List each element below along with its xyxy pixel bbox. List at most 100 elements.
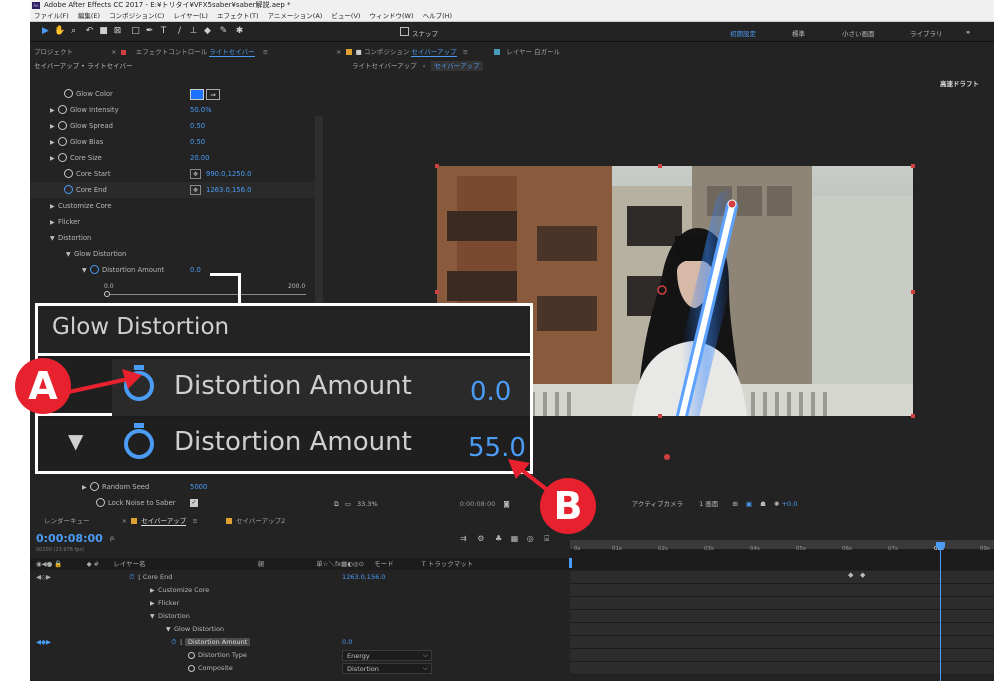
motion-blur-icon[interactable]: ◎ <box>527 534 534 543</box>
transform-handle[interactable] <box>658 414 662 418</box>
crosshair-icon[interactable]: ✥ <box>190 169 201 179</box>
crumb-parent[interactable]: ライトセイバーアップ <box>352 62 417 70</box>
transform-handle[interactable] <box>911 290 915 294</box>
tab-effect-controls-layer[interactable]: ライトセイバー <box>209 48 255 57</box>
tab-timeline-active[interactable]: セイバーアップ <box>141 517 187 526</box>
composite-select[interactable]: Distortion <box>342 663 432 674</box>
col-trkmat[interactable]: T トラックマット <box>422 560 474 568</box>
transform-handle[interactable] <box>435 164 439 168</box>
tab-layer[interactable]: レイヤー 白ガール <box>506 48 560 56</box>
track-row[interactable] <box>570 662 994 675</box>
zoom-level[interactable]: 33.3% <box>357 500 378 508</box>
graph-editor-icon[interactable]: ⌸ <box>544 534 549 543</box>
stopwatch-icon[interactable] <box>90 482 99 491</box>
layer-search-input[interactable]: ρ. <box>110 535 230 545</box>
lock-noise-checkbox[interactable]: ✓ <box>190 499 198 507</box>
viewer-timecode[interactable]: 0:00:08:00 <box>460 500 496 508</box>
prop-core-start[interactable]: Core Start ✥ 990.0,1250.0 <box>30 166 315 182</box>
panel-menu-icon[interactable]: ≡ <box>192 517 197 525</box>
shape-tool-icon[interactable]: □ <box>130 26 141 37</box>
pen-tool-icon[interactable]: ✒ <box>144 26 155 37</box>
keyframe-nav-icon[interactable]: ◀◇▶ <box>36 573 51 581</box>
exposure-value[interactable]: +0.0 <box>782 500 798 508</box>
roto-brush-tool-icon[interactable]: ✎ <box>218 26 229 37</box>
menu-window[interactable]: ウィンドウ(W) <box>370 12 414 20</box>
puppet-tool-icon[interactable]: ✱ <box>234 26 245 37</box>
prop-distortion-amount[interactable]: ▼ Distortion Amount 0.0 <box>30 262 315 278</box>
crumb-current[interactable]: セイバーアップ <box>431 61 483 71</box>
timeline-row-core-end[interactable]: ◀◇▶ ⏱ ⌊ Core End 1263.0,156.0 <box>30 571 570 584</box>
prop-core-end[interactable]: Core End ✥ 1263.0,156.0 <box>30 182 315 198</box>
timeline-row-glow-distortion[interactable]: ▼ Glow Distortion <box>166 623 224 636</box>
stopwatch-icon[interactable] <box>96 498 105 507</box>
timeline-row-distortion-amount[interactable]: ◀◆▶ ⏱ ⌊ Distortion Amount 0.0 <box>30 636 570 649</box>
distortion-amount-slider[interactable] <box>106 294 306 295</box>
group-flicker[interactable]: ▶ Flicker <box>30 214 315 230</box>
prop-glow-intensity[interactable]: ▶ Glow Intensity 50.0% <box>30 102 315 118</box>
group-customize-core[interactable]: ▶ Customize Core <box>30 198 315 214</box>
track-row[interactable] <box>570 649 994 662</box>
rotate-tool-icon[interactable]: ↶ <box>84 26 95 37</box>
views-select[interactable]: 1 画面 <box>699 500 718 508</box>
clone-stamp-tool-icon[interactable]: ⊥ <box>188 26 199 37</box>
grid-icon[interactable]: ⊞ <box>732 500 737 508</box>
slider-thumb[interactable] <box>104 291 110 297</box>
tab-effect-controls[interactable]: エフェクトコントロール <box>136 48 208 56</box>
stopwatch-icon[interactable] <box>64 89 73 98</box>
comp-flowchart-icon[interactable]: ⇉ <box>460 534 467 543</box>
workspace-default[interactable]: 初期設定 <box>730 28 756 38</box>
menu-edit[interactable]: 編集(E) <box>78 12 100 20</box>
timeline-row-flicker[interactable]: ▶ Flicker <box>150 597 179 610</box>
prop-glow-bias[interactable]: ▶ Glow Bias 0.50 <box>30 134 315 150</box>
track-distortion-amount[interactable] <box>570 636 994 649</box>
stopwatch-icon[interactable] <box>64 169 73 178</box>
col-mode[interactable]: モード <box>374 560 394 568</box>
current-time-indicator[interactable] <box>940 542 941 681</box>
3d-view-icon[interactable]: ☗ <box>760 500 766 508</box>
text-tool-icon[interactable]: T <box>158 26 169 37</box>
stopwatch-icon[interactable] <box>90 265 99 274</box>
workspace-standard[interactable]: 標準 <box>792 28 805 38</box>
track-row[interactable] <box>570 610 994 623</box>
track-core-end[interactable]: ◆ ◆ <box>570 571 994 584</box>
stopwatch-icon[interactable] <box>58 121 67 130</box>
menu-file[interactable]: ファイル(F) <box>34 12 69 20</box>
menu-layer[interactable]: レイヤー(L) <box>173 12 208 20</box>
stopwatch-active-icon[interactable]: ⏱ <box>129 573 134 581</box>
glow-color-swatch[interactable] <box>190 89 204 100</box>
crosshair-icon[interactable]: ✥ <box>190 185 201 195</box>
col-parent[interactable]: 親 <box>258 560 265 568</box>
menu-composition[interactable]: コンポジション(C) <box>109 12 164 20</box>
menu-help[interactable]: ヘルプ(H) <box>423 12 452 20</box>
workspace-more-button[interactable]: » <box>966 28 970 36</box>
keyframe-icon[interactable]: ◆ <box>848 571 853 579</box>
tab-render-queue[interactable]: レンダーキュー <box>44 517 90 525</box>
frame-blend-icon[interactable]: ▦ <box>511 534 519 543</box>
timeline-row-distortion[interactable]: ▼ Distortion <box>150 610 190 623</box>
stopwatch-active-icon[interactable] <box>64 185 73 194</box>
prop-random-seed[interactable]: ▶ Random Seed 5000 <box>30 479 315 495</box>
hand-tool-icon[interactable]: ✋ <box>54 26 65 37</box>
timeline-row-composite[interactable]: Composite <box>188 662 328 675</box>
stopwatch-active-icon[interactable]: ⏱ <box>171 638 176 646</box>
transform-handle[interactable] <box>911 414 915 418</box>
prop-glow-color[interactable]: Glow Color ⇒ <box>30 86 315 102</box>
stopwatch-icon[interactable] <box>58 153 67 162</box>
panel-menu-icon[interactable]: ≡ <box>463 48 468 56</box>
camera-tool-icon[interactable]: ■ <box>98 26 109 37</box>
shy-icon[interactable]: ♣ <box>495 534 502 543</box>
track-row[interactable] <box>570 597 994 610</box>
track-row[interactable] <box>570 584 994 597</box>
active-camera-select[interactable]: アクティブカメラ <box>632 500 683 508</box>
workspace-libraries[interactable]: ライブラリ <box>910 28 943 38</box>
tab-timeline-other[interactable]: セイバーアップ2 <box>236 517 285 525</box>
tab-composition[interactable]: コンポジション <box>364 48 410 56</box>
snap-checkbox[interactable] <box>400 27 409 36</box>
selection-tool-icon[interactable]: ▶ <box>40 26 51 37</box>
transform-handle[interactable] <box>658 164 662 168</box>
prop-lock-noise[interactable]: Lock Noise to Saber ✓ <box>30 495 315 511</box>
stopwatch-icon[interactable] <box>58 105 67 114</box>
fast-preview-icon[interactable]: ▣ <box>746 500 752 508</box>
prop-glow-spread[interactable]: ▶ Glow Spread 0.50 <box>30 118 315 134</box>
distortion-type-select[interactable]: Energy <box>342 650 432 661</box>
